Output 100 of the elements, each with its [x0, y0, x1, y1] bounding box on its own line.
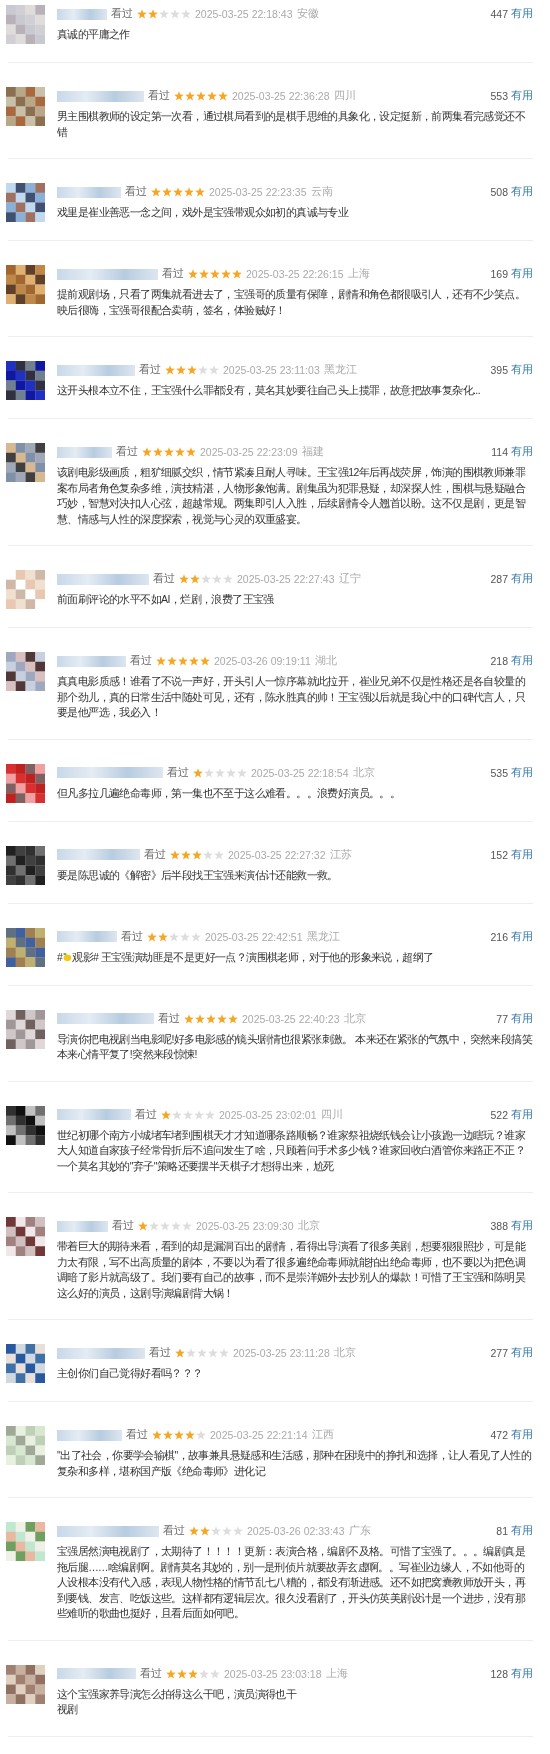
- useful-link[interactable]: 有用: [511, 363, 533, 377]
- star-icon: [201, 574, 211, 584]
- comment-text: 带着巨大的期待来看，看到的却是漏洞百出的剧情，看得出导演看了很多美剧，想要狠狠照抄，可是能力太有限，写不出高质量的剧本，不要以为看了很多遍绝命毒师就能拍出绝命毒师，也不要以为把色调调暗了影片就高级了。我们要有自己的故事，而不是崇洋媚外去抄别人的爆款！可惜了王宝强和陈明昊这么好的演员，这剧导演编剧背大锅！: [57, 1240, 525, 1299]
- star-icon: [199, 269, 209, 279]
- star-icon: [198, 365, 208, 375]
- star-icon: [138, 1221, 148, 1231]
- useful-link[interactable]: 有用: [511, 7, 533, 21]
- useful-link[interactable]: 有用: [511, 1011, 533, 1026]
- useful-link[interactable]: 有用: [511, 267, 533, 281]
- useful-link[interactable]: 有用: [511, 1107, 533, 1122]
- review-time: 2025-03-26 09:19:11: [214, 655, 311, 667]
- blurred-username: [57, 446, 112, 458]
- star-icon: [210, 269, 220, 279]
- comment-text: 前面刷评论的水平不如AI，烂剧，浪费了王宝强: [57, 593, 274, 605]
- comment-text: 这个宝强家养导演怎么拍得这么干吧，演员演得也干: [57, 1687, 297, 1700]
- comment-text: 观影# 王宝强演劫匪是不是更好一点？演围棋老师，对于他的形象来说，超纲了: [72, 950, 434, 963]
- star-icon: [167, 656, 177, 666]
- review-time: 2025-03-25 23:11:03: [223, 364, 320, 376]
- review-location: 安徽: [296, 7, 319, 21]
- star-icon: [175, 1348, 185, 1358]
- review-location: 辽宁: [338, 572, 361, 586]
- useful-link[interactable]: 有用: [511, 929, 533, 944]
- star-icon: [195, 187, 205, 197]
- star-icon: [192, 849, 202, 860]
- star-icon: [209, 365, 219, 375]
- useful-link[interactable]: 有用: [511, 1346, 533, 1360]
- star-icon: [162, 187, 172, 197]
- vote-count: 535: [490, 766, 508, 779]
- star-icon: [188, 1668, 198, 1679]
- star-icon: [211, 1526, 221, 1536]
- review-time: 2025-03-25 22:27:43: [237, 573, 335, 585]
- blurred-username: [57, 1220, 108, 1232]
- useful-link[interactable]: 有用: [511, 847, 533, 862]
- review-location: 黑龙江: [323, 363, 357, 377]
- star-icon: [170, 849, 180, 860]
- star-icon: [232, 269, 242, 279]
- star-icon: [183, 1109, 193, 1120]
- review-location: 上海: [347, 267, 370, 281]
- review-time: 2025-03-25 23:11:28: [233, 1347, 330, 1359]
- useful-link[interactable]: 有用: [511, 1428, 533, 1442]
- star-icon: [190, 574, 200, 584]
- star-icon: [223, 574, 233, 584]
- useful-link[interactable]: 有用: [511, 1666, 533, 1681]
- star-icon: [153, 447, 163, 457]
- star-icon: [161, 1109, 171, 1120]
- star-icon: [165, 365, 175, 375]
- useful-link[interactable]: 有用: [511, 445, 533, 459]
- star-icon: [175, 447, 185, 457]
- star-icon: [185, 91, 195, 101]
- vote-count: 522: [490, 1108, 508, 1121]
- vote-count: 128: [490, 1667, 508, 1680]
- watched-label: 看过: [163, 1524, 185, 1538]
- useful-link[interactable]: 有用: [511, 1219, 533, 1233]
- comment-text: "出了社会，你要学会输棋"，故事兼具悬疑感和生活感，那种在困境中的挣扎和选择，让人看见了人性的复杂和多样，堪称国产版《绝命毒师》进化记: [57, 1449, 532, 1477]
- vote-count: 77: [496, 1012, 508, 1025]
- star-icon: [222, 1526, 232, 1536]
- star-icon: [210, 1668, 220, 1679]
- lemon-icon: [62, 951, 73, 962]
- watched-label: 看过: [125, 185, 147, 199]
- review-time: 2025-03-25 23:09:30: [196, 1220, 294, 1232]
- vote-count: 388: [490, 1220, 508, 1232]
- star-icon: [152, 1430, 162, 1440]
- vote-count: 169: [490, 268, 508, 280]
- star-icon: [221, 269, 231, 279]
- useful-link[interactable]: 有用: [511, 185, 533, 199]
- star-icon: [174, 91, 184, 101]
- star-icon: [179, 574, 189, 584]
- review-time: 2025-03-26 02:33:43: [247, 1525, 345, 1537]
- review-time: 2025-03-25 22:27:32: [228, 848, 326, 861]
- star-icon: [137, 9, 147, 19]
- vote-count: 508: [490, 186, 508, 198]
- star-icon: [200, 656, 210, 666]
- useful-link[interactable]: 有用: [511, 572, 533, 586]
- star-icon: [181, 849, 191, 860]
- star-icon: [196, 1430, 206, 1440]
- useful-link[interactable]: 有用: [511, 89, 533, 103]
- star-icon: [206, 1013, 216, 1024]
- star-icon: [197, 1348, 207, 1358]
- useful-link[interactable]: 有用: [511, 1524, 533, 1538]
- star-icon: [184, 187, 194, 197]
- review-location: 北京: [333, 1346, 356, 1360]
- star-icon: [219, 1348, 229, 1358]
- star-icon: [189, 1526, 199, 1536]
- star-icon: [214, 849, 224, 860]
- star-icon: [181, 9, 191, 19]
- watched-label: 看过: [153, 572, 175, 586]
- review-time: 2025-03-25 23:03:18: [224, 1667, 322, 1680]
- vote-count: 114: [491, 446, 508, 458]
- star-icon: [188, 269, 198, 279]
- star-icon: [149, 1221, 159, 1231]
- star-icon: [177, 1668, 187, 1679]
- comment-text: 主创你们自己觉得好看吗？？？: [57, 1367, 203, 1379]
- watched-label: 看过: [167, 765, 189, 780]
- review-time: 2025-03-25 22:21:14: [210, 1429, 308, 1441]
- blurred-username: [57, 1429, 122, 1441]
- review-time: 2025-03-25 22:40:23: [242, 1012, 340, 1025]
- comment-text: 要是陈思诚的《解密》后半段找王宝强来演估计还能救一救。: [57, 868, 338, 881]
- useful-link[interactable]: 有用: [511, 765, 533, 780]
- review-time: 2025-03-25 22:42:51: [205, 930, 303, 943]
- useful-link[interactable]: 有用: [511, 654, 533, 668]
